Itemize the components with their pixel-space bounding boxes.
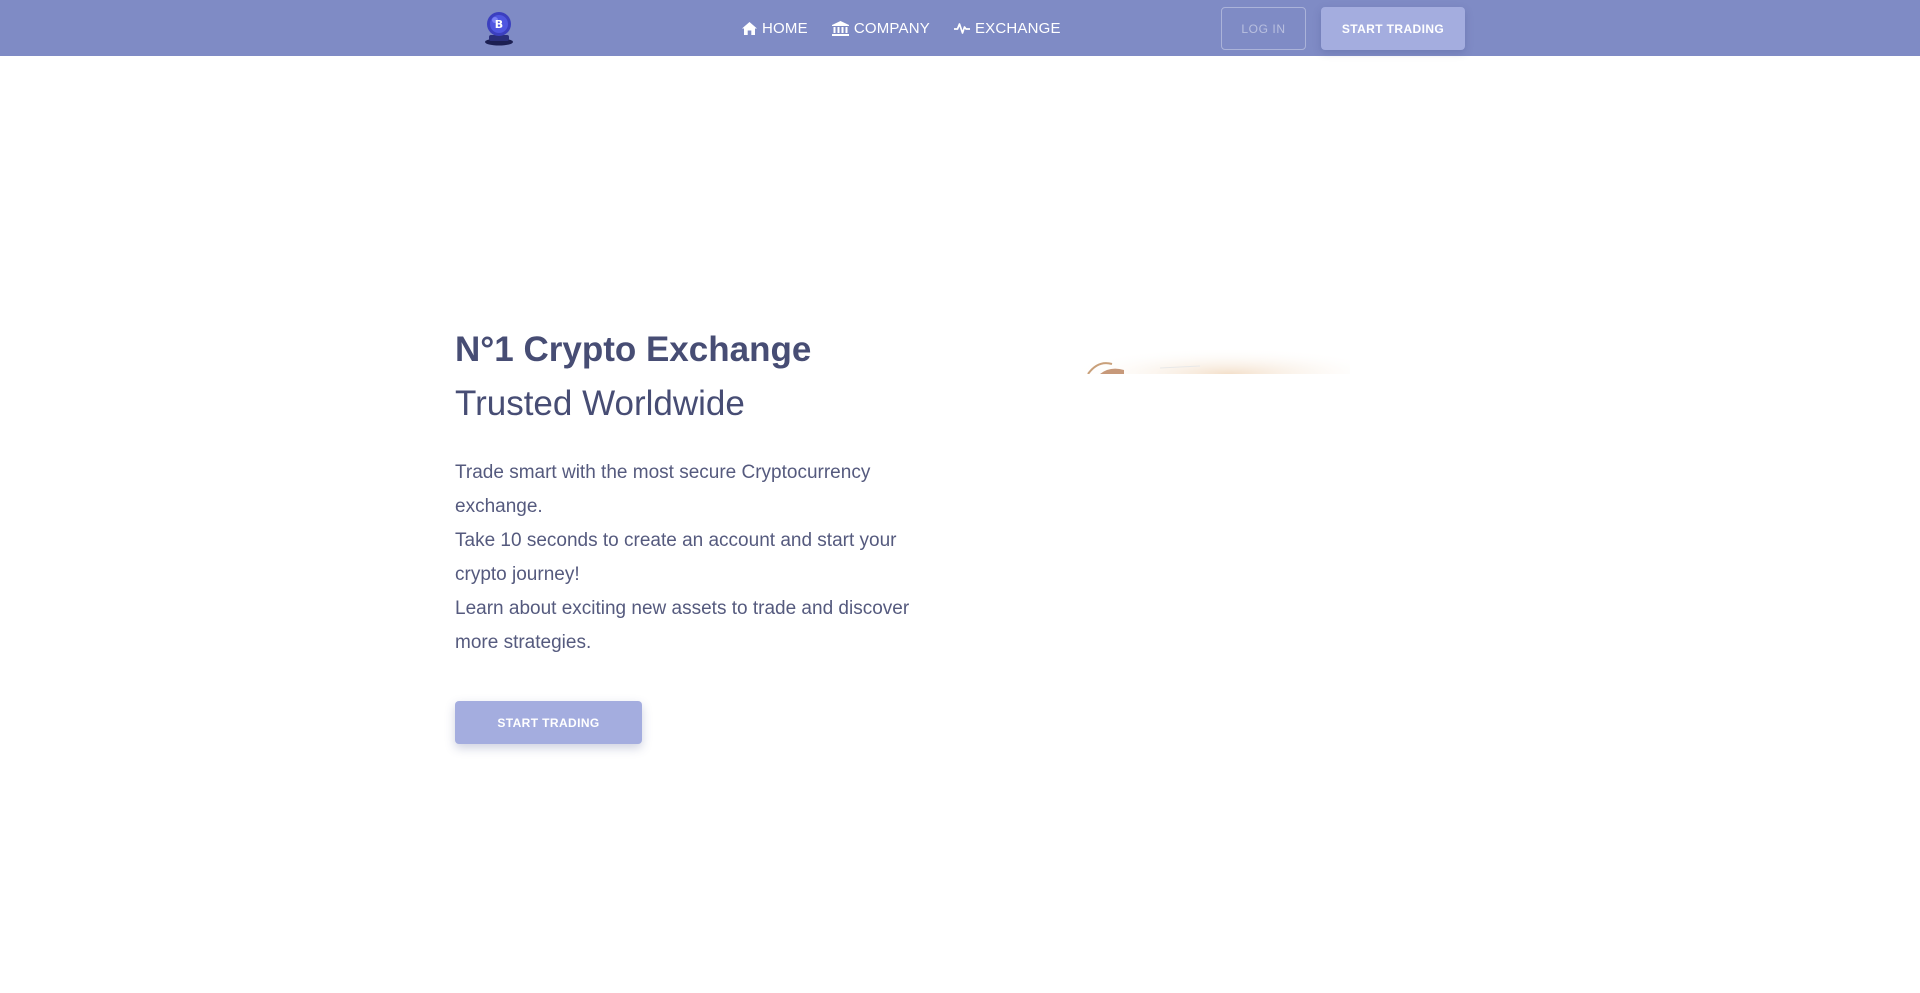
- home-icon: [742, 21, 757, 35]
- hero-paragraph: Take 10 seconds to create an account and…: [455, 530, 897, 585]
- hero-description: Trade smart with the most secure Cryptoc…: [455, 456, 915, 660]
- svg-text:B: B: [495, 18, 503, 31]
- bank-icon: [831, 20, 849, 36]
- hero-subtitle: Trusted Worldwide: [455, 384, 745, 423]
- login-button[interactable]: LOG IN: [1221, 7, 1306, 50]
- hero-paragraph: Trade smart with the most secure Cryptoc…: [455, 462, 871, 517]
- top-navbar: B HOME COMPANY EXCHANGE LOG IN START TRA…: [0, 0, 1920, 56]
- start-trading-nav-button[interactable]: START TRADING: [1321, 7, 1465, 50]
- nav-home[interactable]: HOME: [742, 20, 808, 37]
- nav-home-label: HOME: [762, 19, 808, 37]
- bitcoin-logo-icon[interactable]: B: [484, 10, 514, 46]
- main-nav: HOME COMPANY EXCHANGE: [742, 0, 1061, 56]
- nav-company-label: COMPANY: [853, 19, 930, 37]
- start-trading-hero-button[interactable]: START TRADING: [455, 701, 642, 744]
- nav-company[interactable]: COMPANY: [831, 19, 930, 37]
- hero-title: N°1 Crypto Exchange: [455, 330, 812, 369]
- nav-exchange-label: EXCHANGE: [974, 19, 1061, 37]
- nav-exchange[interactable]: EXCHANGE: [953, 19, 1061, 37]
- pulse-icon: [953, 22, 970, 35]
- hero-paragraph: Learn about exciting new assets to trade…: [455, 598, 910, 653]
- hero-illustration-image: [1080, 330, 1350, 374]
